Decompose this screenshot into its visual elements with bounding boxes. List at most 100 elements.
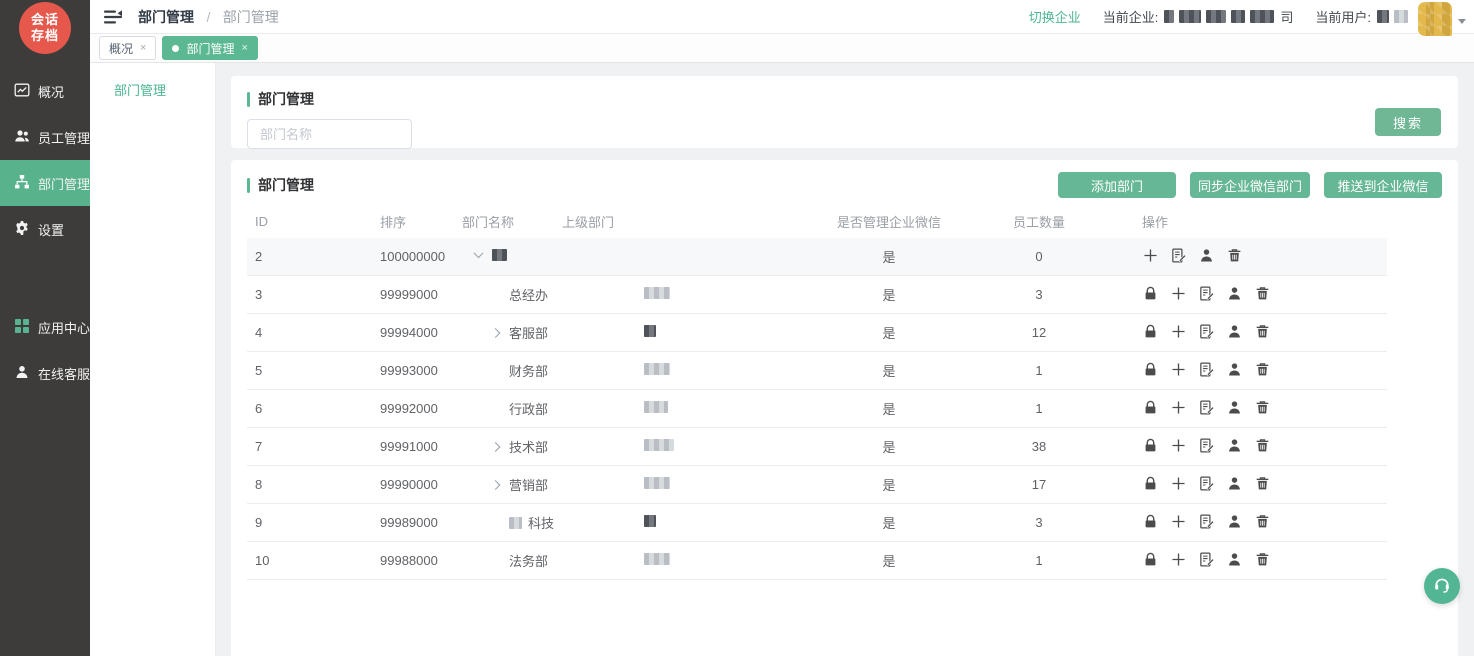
redacted-parent-department xyxy=(644,363,670,375)
tab-label: 概况 xyxy=(109,40,133,57)
tab-departments[interactable]: 部门管理 × xyxy=(162,36,257,60)
cell-department-name: 营销部 xyxy=(454,466,554,504)
breadcrumb-separator: / xyxy=(206,9,210,25)
user-action-icon[interactable] xyxy=(1226,551,1243,568)
edit-action-icon[interactable] xyxy=(1198,323,1215,340)
user-action-icon[interactable] xyxy=(1226,323,1243,340)
tab-close-icon[interactable]: × xyxy=(140,42,146,54)
add-department-button[interactable]: 添加部门 xyxy=(1058,172,1176,198)
redacted-user-name xyxy=(1377,10,1408,23)
trash-action-icon[interactable] xyxy=(1254,437,1271,454)
switch-company-link[interactable]: 切换企业 xyxy=(1029,7,1081,26)
sidebar-item-overview[interactable]: 概况 xyxy=(0,68,90,114)
trash-action-icon[interactable] xyxy=(1254,551,1271,568)
expand-right-icon[interactable] xyxy=(491,442,501,452)
cell-wecom-managed: 是 xyxy=(804,428,974,466)
column-header-sort: 排序 xyxy=(372,204,454,238)
user-action-icon[interactable] xyxy=(1226,399,1243,416)
edit-action-icon[interactable] xyxy=(1198,361,1215,378)
plus-action-icon[interactable] xyxy=(1170,551,1187,568)
plus-action-icon[interactable] xyxy=(1170,513,1187,530)
lock-action-icon[interactable] xyxy=(1142,285,1159,302)
plus-action-icon[interactable] xyxy=(1170,285,1187,302)
plus-action-icon[interactable] xyxy=(1170,323,1187,340)
table-row: 10 99988000 法务部 是 1 xyxy=(247,542,1387,580)
trash-action-icon[interactable] xyxy=(1254,285,1271,302)
plus-action-icon[interactable] xyxy=(1170,475,1187,492)
redacted-parent-department xyxy=(644,325,656,337)
user-action-icon[interactable] xyxy=(1226,437,1243,454)
cell-employee-count: 0 xyxy=(974,238,1104,276)
cell-parent-department xyxy=(554,542,804,580)
user-action-icon[interactable] xyxy=(1226,513,1243,530)
expand-down-icon[interactable] xyxy=(474,248,484,258)
logo-line2: 存档 xyxy=(31,28,59,44)
sidebar-item-app-center[interactable]: 应用中心 xyxy=(0,304,90,350)
edit-action-icon[interactable] xyxy=(1198,513,1215,530)
department-sitemap-icon xyxy=(14,174,30,193)
cell-parent-department xyxy=(554,504,804,542)
lock-action-icon[interactable] xyxy=(1142,437,1159,454)
sidebar-item-departments[interactable]: 部门管理 xyxy=(0,160,90,206)
lock-action-icon[interactable] xyxy=(1142,361,1159,378)
breadcrumb-item[interactable]: 部门管理 xyxy=(138,9,194,25)
submenu-item-departments[interactable]: 部门管理 xyxy=(90,63,215,99)
cell-employee-count: 17 xyxy=(974,466,1104,504)
search-button[interactable]: 搜索 xyxy=(1375,108,1441,136)
expand-right-icon[interactable] xyxy=(491,480,501,490)
edit-action-icon[interactable] xyxy=(1170,247,1187,264)
table-row: 5 99993000 财务部 是 1 xyxy=(247,352,1387,390)
cell-id: 7 xyxy=(247,428,372,466)
cell-employee-count: 3 xyxy=(974,504,1104,542)
plus-action-icon[interactable] xyxy=(1170,399,1187,416)
cell-sort: 99993000 xyxy=(372,352,454,390)
sync-wecom-departments-button[interactable]: 同步企业微信部门 xyxy=(1190,172,1310,198)
push-to-wecom-button[interactable]: 推送到企业微信 xyxy=(1324,172,1442,198)
edit-action-icon[interactable] xyxy=(1198,475,1215,492)
dept-table-body: 2 100000000 是 0 3 99999000 总经办 是 3 4 999… xyxy=(247,238,1387,580)
sidebar-item-settings[interactable]: 设置 xyxy=(0,206,90,252)
plus-action-icon[interactable] xyxy=(1170,361,1187,378)
user-action-icon[interactable] xyxy=(1226,361,1243,378)
cell-department-name: 科技 xyxy=(454,504,554,542)
expand-right-icon[interactable] xyxy=(491,328,501,338)
filter-card-title-text: 部门管理 xyxy=(258,89,314,109)
chevron-down-icon[interactable] xyxy=(1458,19,1466,24)
trash-action-icon[interactable] xyxy=(1254,323,1271,340)
cell-sort: 99994000 xyxy=(372,314,454,352)
lock-action-icon[interactable] xyxy=(1142,551,1159,568)
cell-parent-department xyxy=(554,390,804,428)
edit-action-icon[interactable] xyxy=(1198,551,1215,568)
user-action-icon[interactable] xyxy=(1226,475,1243,492)
trash-action-icon[interactable] xyxy=(1226,247,1243,264)
menu-fold-icon[interactable] xyxy=(104,10,122,24)
tab-overview[interactable]: 概况 × xyxy=(99,36,156,60)
plus-action-icon[interactable] xyxy=(1170,437,1187,454)
lock-action-icon[interactable] xyxy=(1142,399,1159,416)
trash-action-icon[interactable] xyxy=(1254,475,1271,492)
cell-sort: 99988000 xyxy=(372,542,454,580)
redacted-parent-department xyxy=(644,515,656,527)
lock-action-icon[interactable] xyxy=(1142,323,1159,340)
department-name-input[interactable] xyxy=(247,119,412,149)
logo-line1: 会话 xyxy=(31,12,59,28)
lock-action-icon[interactable] xyxy=(1142,513,1159,530)
lock-action-icon[interactable] xyxy=(1142,475,1159,492)
user-action-icon[interactable] xyxy=(1198,247,1215,264)
edit-action-icon[interactable] xyxy=(1198,399,1215,416)
tab-close-icon[interactable]: × xyxy=(241,42,247,54)
trash-action-icon[interactable] xyxy=(1254,513,1271,530)
cell-id: 4 xyxy=(247,314,372,352)
trash-action-icon[interactable] xyxy=(1254,361,1271,378)
sidebar-item-online-support[interactable]: 在线客服 xyxy=(0,350,90,396)
plus-action-icon[interactable] xyxy=(1142,247,1159,264)
cell-department-name: 法务部 xyxy=(454,542,554,580)
sidebar-item-staff[interactable]: 员工管理 xyxy=(0,114,90,160)
trash-action-icon[interactable] xyxy=(1254,399,1271,416)
table-row: 3 99999000 总经办 是 3 xyxy=(247,276,1387,314)
user-avatar[interactable] xyxy=(1418,2,1452,36)
customer-service-button[interactable] xyxy=(1424,568,1460,604)
user-action-icon[interactable] xyxy=(1226,285,1243,302)
edit-action-icon[interactable] xyxy=(1198,285,1215,302)
edit-action-icon[interactable] xyxy=(1198,437,1215,454)
